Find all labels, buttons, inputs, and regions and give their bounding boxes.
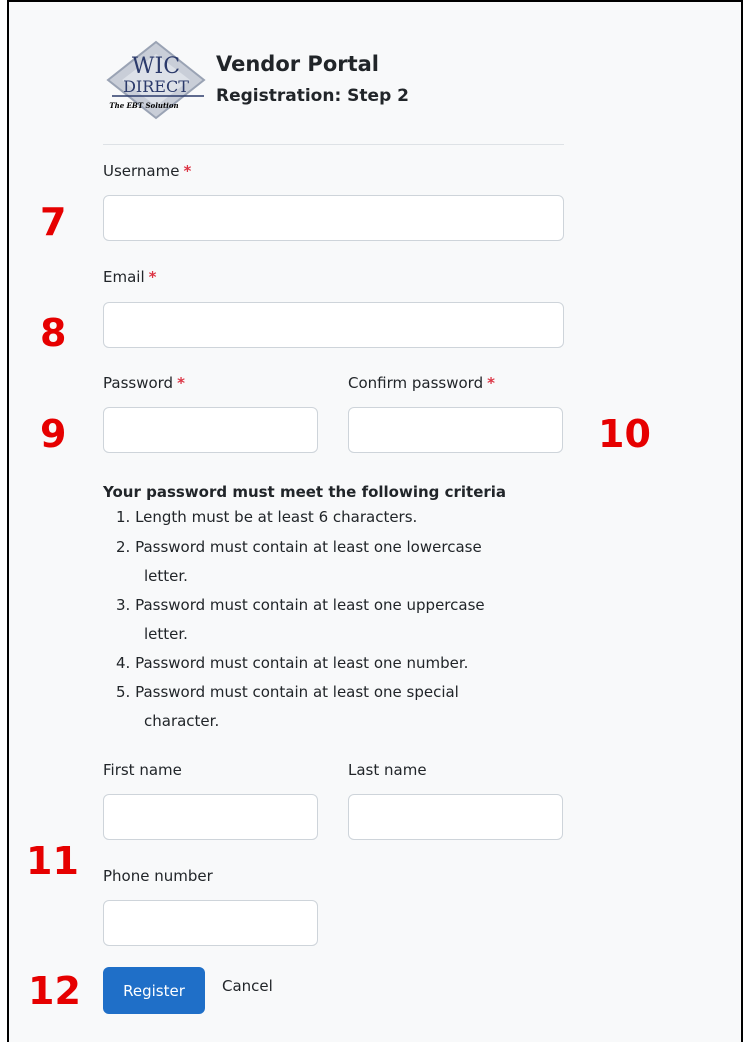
annotation-8: 8 [40, 311, 67, 355]
annotation-10: 10 [598, 412, 651, 456]
first-name-label: First name [103, 761, 182, 779]
email-label: Email * [103, 268, 156, 286]
header-divider [103, 144, 564, 145]
password-label: Password * [103, 374, 185, 392]
cancel-button[interactable]: Cancel [222, 977, 273, 995]
required-mark: * [487, 374, 495, 392]
annotation-11: 11 [26, 839, 79, 883]
required-mark: * [183, 162, 192, 180]
last-name-input[interactable] [348, 794, 563, 840]
register-button[interactable]: Register [103, 967, 205, 1014]
criteria-item: 2. Password must contain at least one lo… [116, 538, 482, 556]
criteria-item: 1. Length must be at least 6 characters. [116, 508, 418, 526]
phone-label: Phone number [103, 867, 213, 885]
svg-text:WIC: WIC [132, 54, 180, 79]
required-mark: * [148, 268, 157, 286]
wic-direct-logo: WIC DIRECT The EBT Solution [104, 40, 208, 120]
confirm-password-input[interactable] [348, 407, 563, 453]
criteria-item: 3. Password must contain at least one up… [116, 596, 485, 614]
criteria-item: 5. Password must contain at least one sp… [116, 683, 459, 701]
criteria-item-cont: letter. [144, 567, 188, 585]
password-input[interactable] [103, 407, 318, 453]
last-name-label: Last name [348, 761, 427, 779]
confirm-password-label-text: Confirm password [348, 374, 484, 392]
annotation-9: 9 [40, 412, 67, 456]
step-subtitle: Registration: Step 2 [216, 86, 409, 106]
username-label: Username * [103, 162, 191, 180]
criteria-item: 4. Password must contain at least one nu… [116, 654, 469, 672]
phone-input[interactable] [103, 900, 318, 946]
password-criteria-title: Your password must meet the following cr… [103, 483, 507, 501]
svg-text:The EBT Solution: The EBT Solution [109, 101, 178, 110]
portal-title: Vendor Portal [216, 52, 380, 76]
annotation-12: 12 [28, 969, 81, 1013]
criteria-item-cont: character. [144, 712, 220, 730]
svg-text:DIRECT: DIRECT [123, 77, 189, 96]
required-mark: * [177, 374, 185, 392]
confirm-password-label: Confirm password * [348, 374, 495, 392]
annotation-7: 7 [40, 200, 67, 244]
username-input[interactable] [103, 195, 564, 241]
email-label-text: Email [103, 268, 145, 286]
email-input[interactable] [103, 302, 564, 348]
criteria-item-cont: letter. [144, 625, 188, 643]
username-label-text: Username [103, 162, 180, 180]
password-label-text: Password [103, 374, 174, 392]
first-name-input[interactable] [103, 794, 318, 840]
